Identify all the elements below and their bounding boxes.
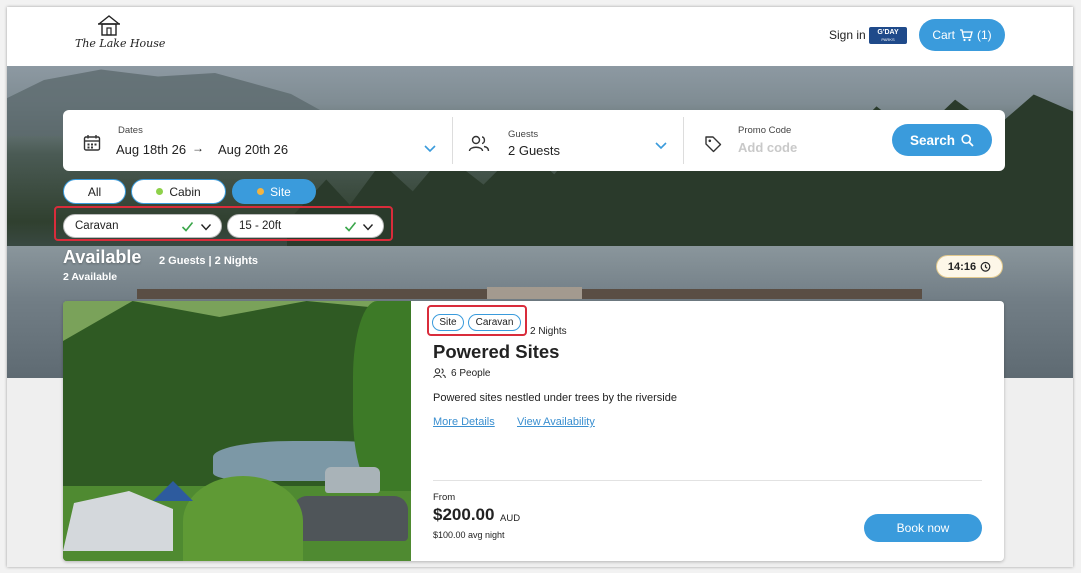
photo-car — [293, 496, 408, 541]
price-from-label: From — [433, 492, 456, 503]
availability-title: Available — [63, 247, 142, 267]
listing-capacity: 6 People — [433, 368, 490, 379]
photo-car — [325, 467, 380, 493]
caravan-select[interactable]: Caravan — [63, 214, 222, 238]
length-select-value: 15 - 20ft — [239, 220, 282, 232]
users-icon — [468, 135, 490, 152]
listing-photo[interactable] — [63, 301, 411, 561]
cabin-dot-icon — [156, 188, 164, 195]
filter-site-button[interactable]: Site — [232, 179, 316, 204]
availability-summary: 2 Guests | 2 Nights — [159, 255, 259, 267]
search-button-label: Search — [909, 132, 956, 148]
book-now-button[interactable]: Book now — [864, 514, 982, 542]
filter-cabin-button[interactable]: Cabin — [131, 179, 226, 204]
booking-search-bar: Dates Aug 18th 26 → Aug 20th 26 Guests 2… — [63, 110, 1005, 171]
availability-count: 2 Available — [63, 271, 118, 283]
filter-site-label: Site — [270, 184, 291, 199]
date-arrow: → — [192, 141, 204, 155]
search-button[interactable]: Search — [892, 124, 992, 156]
timer-icon — [980, 261, 991, 272]
promo-code-field[interactable]: Promo Code Add code — [684, 110, 884, 171]
divider — [433, 480, 982, 481]
dates-field[interactable]: Dates Aug 18th 26 → Aug 20th 26 — [63, 110, 452, 171]
listing-title[interactable]: Powered Sites — [433, 341, 559, 363]
search-icon — [961, 133, 974, 147]
tag-site: Site — [432, 314, 464, 331]
chevron-down-icon — [200, 224, 212, 231]
listing-nights: 2 Nights — [530, 326, 567, 337]
tag-icon — [705, 136, 722, 153]
caravan-select-value: Caravan — [75, 220, 119, 232]
promo-label: Promo Code — [738, 125, 792, 136]
timer-value: 14:16 — [947, 260, 977, 273]
app-frame: The Lake House Sign in G'DAY PARKS Cart … — [7, 7, 1073, 567]
price-currency: AUD — [500, 513, 521, 524]
chevron-down-icon — [362, 224, 374, 231]
house-logo-icon — [98, 15, 120, 36]
listing-price: $200.00 — [433, 505, 495, 524]
session-timer: 14:16 — [936, 255, 1003, 278]
check-icon — [181, 221, 194, 232]
guests-value: 2 Guests — [508, 143, 561, 158]
cart-icon — [960, 28, 973, 41]
chevron-down-icon — [424, 145, 436, 153]
logo[interactable]: The Lake House — [75, 13, 166, 61]
sign-in-link[interactable]: Sign in — [829, 28, 866, 42]
filter-all-label: All — [87, 184, 102, 199]
date-from: Aug 18th 26 — [116, 142, 187, 157]
gday-badge-label: G'DAY — [877, 29, 899, 36]
tag-caravan: Caravan — [468, 314, 521, 331]
cart-label: Cart — [932, 28, 955, 42]
calendar-icon — [83, 135, 101, 151]
filter-all-button[interactable]: All — [63, 179, 126, 204]
photo-tree — [353, 301, 411, 491]
chevron-down-icon — [655, 142, 667, 150]
check-icon — [344, 221, 357, 232]
site-dot-icon — [257, 188, 265, 195]
date-to: Aug 20th 26 — [218, 142, 289, 157]
dates-label: Dates — [118, 125, 143, 136]
promo-input-placeholder: Add code — [738, 140, 798, 155]
view-availability-link[interactable]: View Availability — [517, 416, 595, 428]
users-icon — [433, 368, 446, 379]
photo-tree — [183, 476, 303, 561]
length-select[interactable]: 15 - 20ft — [227, 214, 384, 238]
logo-text: The Lake House — [75, 37, 166, 50]
filter-cabin-label: Cabin — [169, 184, 201, 199]
jetty-shape — [487, 287, 582, 299]
gday-badge-sublabel: PARKS — [881, 37, 895, 42]
listing-card: Site Caravan 2 Nights Powered Sites 6 Pe… — [63, 301, 1004, 561]
cart-button[interactable]: Cart (1) — [919, 19, 1005, 51]
guests-label: Guests — [508, 129, 539, 140]
guests-field[interactable]: Guests 2 Guests — [453, 110, 683, 171]
cart-count: (1) — [977, 28, 992, 42]
listing-description: Powered sites nestled under trees by the… — [433, 392, 677, 404]
avg-night-price: $100.00 avg night — [433, 530, 505, 540]
listing-people: 6 People — [451, 368, 491, 379]
book-now-label: Book now — [896, 521, 950, 535]
gday-parks-badge[interactable]: G'DAY PARKS — [869, 27, 907, 44]
more-details-link[interactable]: More Details — [433, 416, 495, 428]
site-header: The Lake House Sign in G'DAY PARKS Cart … — [7, 7, 1073, 66]
